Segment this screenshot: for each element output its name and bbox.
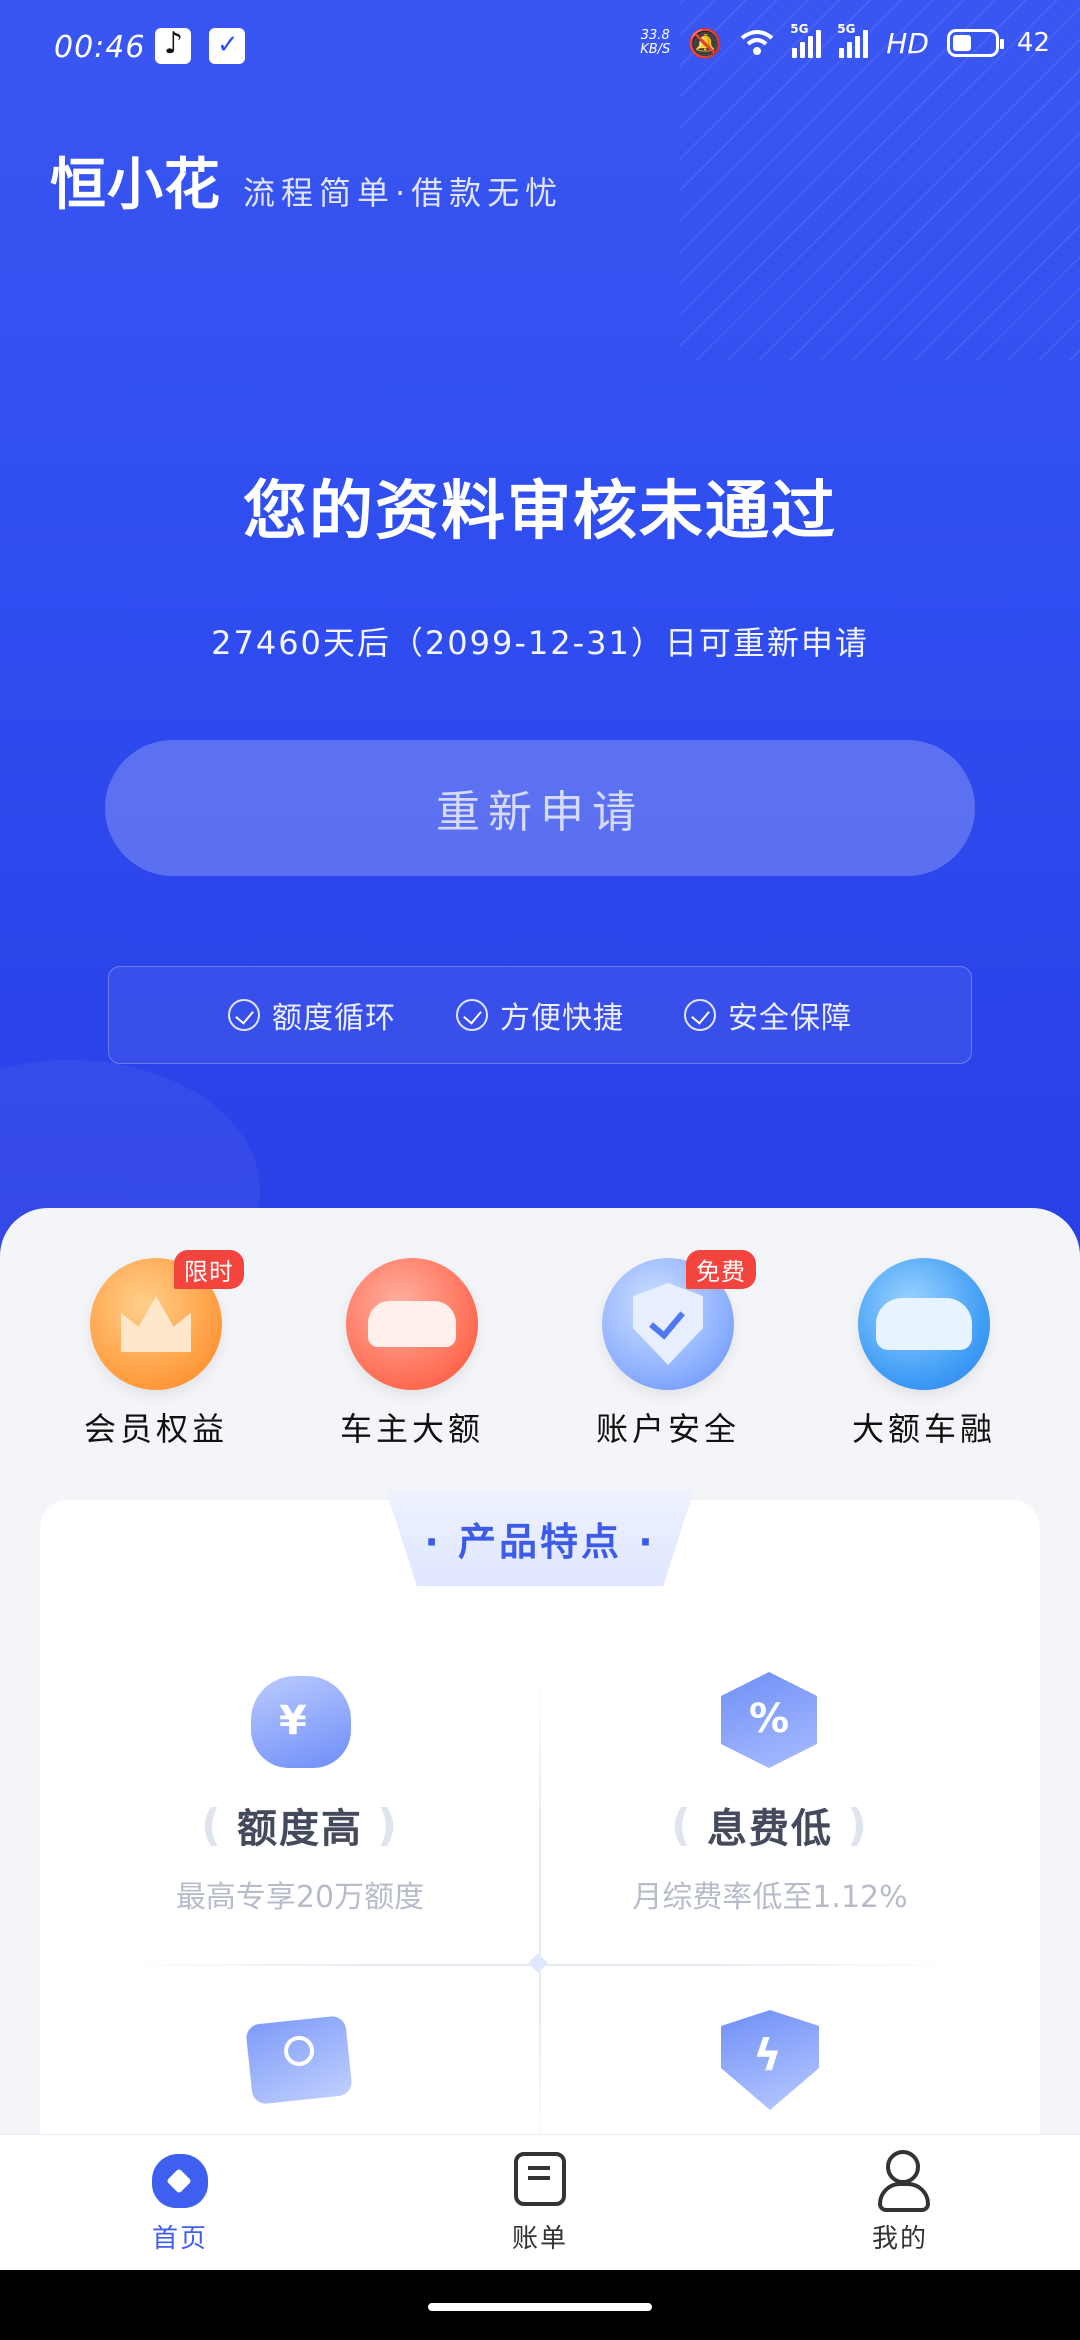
check-circle-icon	[456, 999, 488, 1031]
product-feature-security: ϟ	[560, 2010, 980, 2110]
divider	[539, 1676, 541, 2156]
tab-label: 我的	[871, 2224, 928, 2254]
laurel-right-icon: )	[847, 1799, 870, 1851]
bill-icon	[510, 2150, 570, 2210]
feature-highlights: 额度循环 方便快捷 安全保障	[108, 966, 972, 1064]
tiktok-notification-icon	[155, 26, 191, 64]
free-badge: 免费	[686, 1250, 756, 1289]
tab-label: 账单	[511, 2224, 568, 2254]
home-indicator[interactable]	[428, 2303, 652, 2311]
tab-bill[interactable]: 账单	[440, 2150, 640, 2255]
laurel-left-icon: (	[670, 1799, 693, 1851]
shortcut-label: 大额车融	[851, 1410, 996, 1448]
feature-item: 额度循环	[228, 993, 396, 1037]
product-features-tab: · 产品特点 ·	[386, 1490, 694, 1586]
feature-label: 安全保障	[728, 1001, 852, 1036]
money-bag-icon: ¥	[245, 1672, 355, 1772]
shortcut-label: 账户安全	[595, 1410, 740, 1448]
laurel-left-icon: (	[200, 1799, 223, 1851]
shortcut-label: 会员权益	[83, 1410, 228, 1448]
user-icon	[870, 2150, 930, 2212]
percent-icon: %	[715, 1672, 825, 1772]
feature-item: 方便快捷	[456, 993, 624, 1037]
shortcut-grid: 限时 会员权益 车主大额 免费 账户安全 大额车融	[0, 1250, 1080, 1458]
shortcut-account-security[interactable]: 免费 账户安全	[558, 1250, 778, 1458]
car-icon	[346, 1258, 478, 1390]
product-feature-low-rate: % ( 息费低 ) 月综费率低至1.12%	[560, 1672, 980, 1916]
tab-home[interactable]: 首页	[80, 2150, 280, 2255]
feature-title: 息费低	[707, 1806, 833, 1852]
shortcut-car-finance[interactable]: 大额车融	[814, 1258, 1034, 1458]
feature-label: 方便快捷	[500, 1001, 624, 1036]
task-notification-icon	[209, 28, 245, 64]
wifi-icon	[740, 26, 774, 60]
signal-5g-icon: 5G	[790, 22, 822, 58]
shortcut-car-owner-loan[interactable]: 车主大额	[302, 1258, 522, 1458]
battery-icon	[946, 29, 1004, 57]
status-time: 00:46	[54, 30, 146, 65]
brand-slogan: 流程简单·借款无忧	[243, 174, 564, 212]
bolt-shield-icon: ϟ	[715, 2010, 825, 2110]
limited-time-badge: 限时	[174, 1250, 244, 1289]
car-loan-icon	[858, 1258, 990, 1390]
id-card-icon	[245, 2010, 355, 2110]
reapply-button[interactable]: 重新申请	[105, 740, 975, 876]
product-feature-high-limit: ¥ ( 额度高 ) 最高专享20万额度	[90, 1672, 510, 1916]
hd-voice-indicator: HD	[886, 26, 929, 60]
product-features-title: · 产品特点 ·	[424, 1519, 656, 1564]
check-circle-icon	[228, 999, 260, 1031]
battery-level: 42	[1016, 28, 1050, 58]
check-circle-icon	[684, 999, 716, 1031]
bottom-tab-bar: 首页 账单 我的	[0, 2134, 1080, 2270]
mute-bell-icon: 🔕	[687, 26, 723, 60]
home-bag-icon	[150, 2150, 210, 2210]
product-feature-identity	[90, 2010, 510, 2110]
brand-header: 恒小花 流程简单·借款无忧	[50, 140, 563, 221]
shortcut-member-benefits[interactable]: 限时 会员权益	[46, 1250, 266, 1458]
feature-title: 额度高	[237, 1806, 363, 1852]
feature-description: 最高专享20万额度	[175, 1880, 425, 1915]
tab-mine[interactable]: 我的	[800, 2150, 1000, 2255]
tab-label: 首页	[151, 2224, 208, 2254]
feature-label: 额度循环	[272, 1001, 396, 1036]
feature-item: 安全保障	[684, 993, 852, 1037]
brand-logo: 恒小花	[50, 153, 221, 218]
network-speed: 33.8 KB/S	[640, 28, 671, 57]
laurel-right-icon: )	[377, 1799, 400, 1851]
reapply-date-notice: 27460天后（2099-12-31）日可重新申请	[211, 624, 869, 662]
feature-description: 月综费率低至1.12%	[632, 1880, 908, 1915]
status-bar: 00:46 33.8 KB/S 🔕 5G 5G HD 42	[0, 0, 1080, 96]
shortcut-label: 车主大额	[339, 1410, 484, 1448]
review-status-title: 您的资料审核未通过	[243, 475, 837, 549]
signal-5g-icon: 5G	[837, 22, 869, 58]
